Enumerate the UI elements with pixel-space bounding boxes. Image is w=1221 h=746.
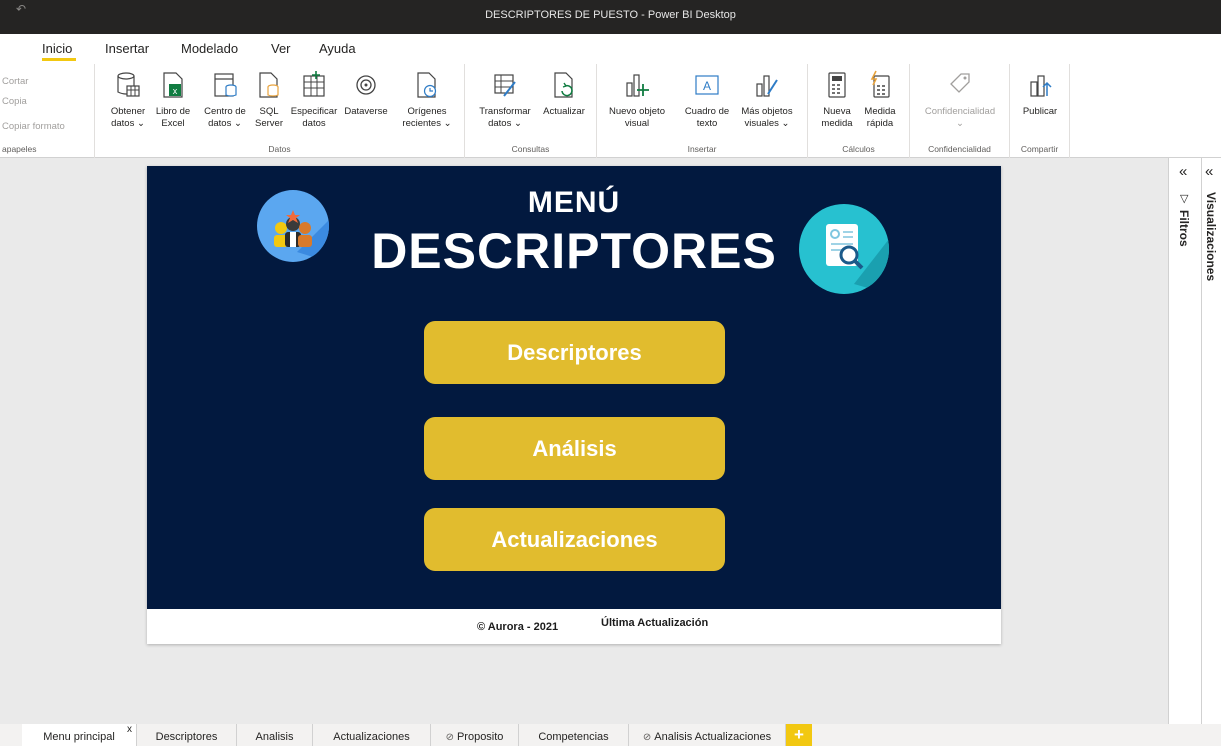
share-group-label: Compartir bbox=[1020, 144, 1059, 154]
page-tab-actualizaciones[interactable]: Actualizaciones bbox=[313, 724, 431, 746]
ribbon-tabs: Inicio Insertar Modelado Ver Ayuda bbox=[0, 34, 1221, 64]
filters-label: Filtros bbox=[1177, 210, 1191, 247]
publish-button[interactable]: Publicar bbox=[1016, 70, 1064, 118]
title-bar: ↶ DESCRIPTORES DE PUESTO - Power BI Desk… bbox=[0, 0, 1221, 34]
add-page-button[interactable]: + bbox=[786, 724, 812, 746]
page-tabs-bar: Menu principal x Descriptores Analisis A… bbox=[0, 724, 1221, 746]
quick-measure-icon bbox=[870, 70, 890, 98]
visualizations-pane[interactable]: « Visualizaciones bbox=[1201, 158, 1221, 724]
report-canvas: MENÚ DESCRIPTORES Descriptores Análisis … bbox=[0, 158, 1168, 724]
filter-icon: ▽ bbox=[1180, 193, 1189, 205]
tab-inicio[interactable]: Inicio bbox=[42, 41, 72, 56]
insert-group-label: Insertar bbox=[687, 144, 717, 154]
tab-ayuda[interactable]: Ayuda bbox=[319, 41, 356, 56]
menu-title: MENÚ bbox=[527, 186, 621, 219]
queries-group: Transformar datos ⌄ Actualizar Consultas bbox=[465, 64, 597, 158]
copy-button[interactable]: Copia bbox=[2, 96, 27, 107]
table-icon bbox=[303, 71, 325, 97]
tab-insertar[interactable]: Insertar bbox=[105, 41, 149, 56]
format-painter-button[interactable]: Copiar formato bbox=[2, 121, 65, 132]
page-tab-menu-principal[interactable]: Menu principal x bbox=[22, 724, 137, 746]
collapse-filters-icon[interactable]: « bbox=[1179, 163, 1187, 180]
collapse-visualizations-icon[interactable]: « bbox=[1205, 163, 1213, 180]
more-visuals-icon bbox=[756, 75, 778, 97]
hidden-page-icon: ⊘ bbox=[642, 732, 652, 743]
tab-ver[interactable]: Ver bbox=[271, 41, 291, 56]
page-tab-analisis[interactable]: Analisis bbox=[237, 724, 313, 746]
recent-sources-button[interactable]: Orígenes recientes ⌄ bbox=[395, 70, 459, 130]
insert-group: Nuevo objeto visual A Cuadro de texto Más … bbox=[597, 64, 808, 158]
analisis-button[interactable]: Análisis bbox=[424, 417, 725, 480]
filters-pane[interactable]: « ▽ Filtros bbox=[1168, 158, 1201, 724]
sql-server-button[interactable]: SQL Server bbox=[251, 70, 287, 130]
footer-copyright: © Aurora - 2021 bbox=[477, 621, 559, 633]
get-data-button[interactable]: Obtener datos ⌄ bbox=[103, 70, 153, 130]
report-page: MENÚ DESCRIPTORES Descriptores Análisis … bbox=[147, 166, 1001, 644]
svg-text:A: A bbox=[703, 79, 711, 93]
sensitivity-group-label: Confidencialidad bbox=[928, 144, 991, 154]
menu-background: MENÚ DESCRIPTORES Descriptores Análisis … bbox=[147, 166, 1001, 609]
page-tab-competencias[interactable]: Competencias bbox=[519, 724, 629, 746]
publish-icon bbox=[1030, 75, 1052, 97]
clipboard-group-label: apapeles bbox=[2, 144, 37, 154]
page-tab-analisis-actualizaciones[interactable]: ⊘ Analisis Actualizaciones bbox=[629, 724, 786, 746]
sql-server-icon bbox=[259, 72, 279, 98]
enter-data-button[interactable]: Especificar datos bbox=[285, 70, 343, 130]
window-title: DESCRIPTORES DE PUESTO - Power BI Deskto… bbox=[485, 9, 736, 21]
database-icon bbox=[117, 72, 140, 97]
actualizaciones-button[interactable]: Actualizaciones bbox=[424, 508, 725, 571]
sensitivity-label-icon bbox=[950, 73, 970, 93]
cut-button[interactable]: Cortar bbox=[2, 76, 28, 87]
text-box-button[interactable]: A Cuadro de texto bbox=[677, 70, 737, 130]
dataverse-button[interactable]: Dataverse bbox=[341, 70, 391, 118]
svg-text:x: x bbox=[173, 86, 178, 96]
hidden-page-icon: ⊘ bbox=[445, 732, 454, 743]
new-visual-button[interactable]: Nuevo objeto visual bbox=[605, 70, 669, 130]
transform-data-icon bbox=[494, 74, 516, 97]
text-box-icon: A bbox=[695, 75, 719, 95]
share-group: Publicar Compartir bbox=[1010, 64, 1070, 158]
dataverse-icon bbox=[356, 75, 376, 95]
tab-modelado[interactable]: Modelado bbox=[181, 41, 238, 56]
calculations-group: Nueva medida Medida rápida Cálculos bbox=[808, 64, 910, 158]
data-group: Obtener datos ⌄ x Libro de Excel Centro de… bbox=[95, 64, 465, 158]
clipboard-group: Cortar Copia Copiar formato apapeles bbox=[0, 64, 95, 158]
data-group-label: Datos bbox=[268, 144, 291, 154]
more-visuals-button[interactable]: Más objetos visuales ⌄ bbox=[735, 70, 799, 130]
ribbon: Cortar Copia Copiar formato apapeles Obt… bbox=[0, 64, 1221, 158]
descriptores-button[interactable]: Descriptores bbox=[424, 321, 725, 384]
page-tab-proposito[interactable]: ⊘ Proposito bbox=[431, 724, 519, 746]
calculations-group-label: Cálculos bbox=[842, 144, 875, 154]
quick-measure-button[interactable]: Medida rápida bbox=[858, 70, 902, 130]
close-icon[interactable]: x bbox=[127, 724, 132, 735]
data-hub-icon bbox=[214, 73, 237, 97]
excel-icon: x bbox=[163, 72, 183, 98]
refresh-button[interactable]: Actualizar bbox=[537, 70, 591, 118]
menu-subtitle: DESCRIPTORES bbox=[371, 223, 777, 279]
sensitivity-group: Confidencialidad ⌄ Confidencialidad bbox=[910, 64, 1010, 158]
data-hub-button[interactable]: Centro de datos ⌄ bbox=[199, 70, 251, 130]
new-visual-icon bbox=[626, 74, 649, 97]
queries-group-label: Consultas bbox=[511, 144, 550, 154]
calculator-icon bbox=[828, 72, 846, 98]
recent-sources-icon bbox=[417, 72, 437, 98]
refresh-icon bbox=[554, 72, 573, 98]
visualizations-label: Visualizaciones bbox=[1204, 192, 1218, 282]
sensitivity-button[interactable]: Confidencialidad ⌄ bbox=[916, 70, 1004, 130]
active-tab-indicator bbox=[42, 58, 76, 61]
footer-last-update: Última Actualización bbox=[601, 617, 709, 629]
excel-button[interactable]: x Libro de Excel bbox=[150, 70, 196, 130]
page-tab-descriptores[interactable]: Descriptores bbox=[137, 724, 237, 746]
transform-data-button[interactable]: Transformar datos ⌄ bbox=[473, 70, 537, 130]
new-measure-button[interactable]: Nueva medida bbox=[816, 70, 858, 130]
